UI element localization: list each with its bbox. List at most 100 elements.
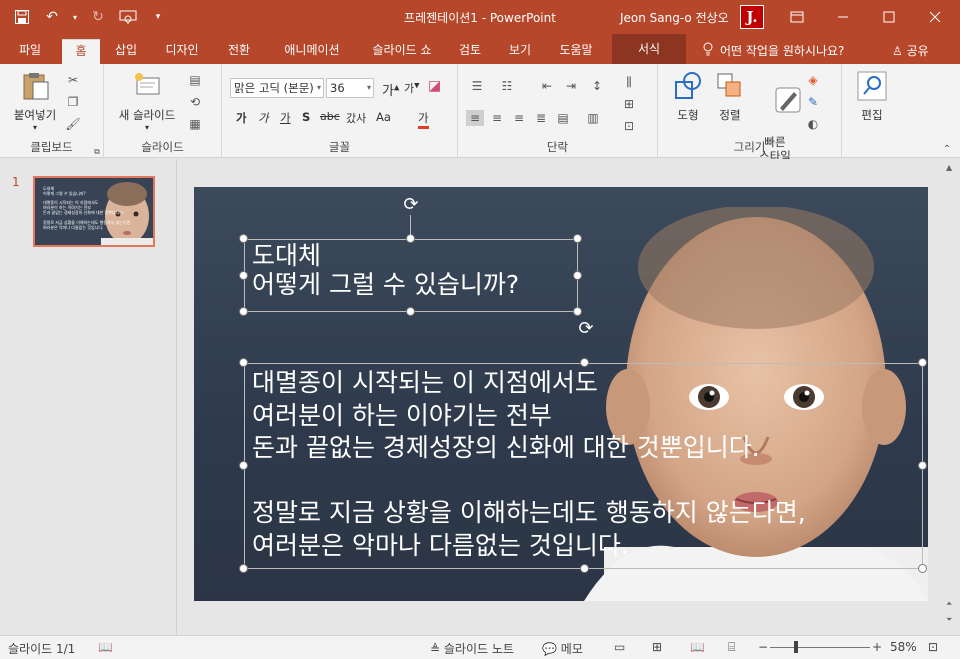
- tab-animations[interactable]: 애니메이션: [272, 39, 352, 64]
- paste-button[interactable]: 붙여넣기 ▾: [6, 70, 64, 132]
- shrink-font-icon[interactable]: 가▼: [404, 80, 420, 96]
- tab-file[interactable]: 파일: [8, 39, 52, 64]
- rotate-handle-icon[interactable]: ⟳: [576, 319, 596, 339]
- section-icon[interactable]: ▦: [186, 116, 204, 132]
- columns-icon[interactable]: ▥: [584, 110, 602, 126]
- resize-handle[interactable]: [239, 234, 248, 243]
- zoom-slider-thumb[interactable]: [794, 641, 798, 653]
- editing-button[interactable]: 편집: [854, 70, 890, 123]
- paste-dropdown-icon[interactable]: ▾: [6, 123, 64, 132]
- align-left-icon[interactable]: ≡: [466, 110, 484, 126]
- tab-insert[interactable]: 삽입: [106, 39, 146, 64]
- resize-handle[interactable]: [573, 234, 582, 243]
- normal-view-icon[interactable]: ▭: [614, 640, 625, 654]
- shadow-button[interactable]: S: [302, 110, 310, 124]
- bullets-icon[interactable]: ☰: [468, 78, 486, 94]
- resize-handle[interactable]: [573, 307, 582, 316]
- bold-button[interactable]: 가: [236, 110, 247, 126]
- spelling-icon[interactable]: 📖: [98, 640, 113, 654]
- increase-indent-icon[interactable]: ⇥: [562, 78, 580, 94]
- align-text-icon[interactable]: ⊞: [620, 96, 638, 112]
- zoom-in-icon[interactable]: +: [872, 640, 882, 654]
- notes-button[interactable]: ≜ 슬라이드 노트: [430, 640, 514, 657]
- tab-review[interactable]: 검토: [450, 39, 490, 64]
- justify-icon[interactable]: ≣: [532, 110, 550, 126]
- tab-transitions[interactable]: 전환: [216, 39, 262, 64]
- close-icon[interactable]: [912, 0, 958, 34]
- slide-body-text[interactable]: 대멸종이 시작되는 이 지점에서도 여러분이 하는 이야기는 전부 돈과 끝없는…: [252, 367, 806, 562]
- align-center-icon[interactable]: ≡: [488, 110, 506, 126]
- smartart-icon[interactable]: ⊡: [620, 118, 638, 134]
- shape-effects-icon[interactable]: ◐: [804, 116, 822, 132]
- slide-title-text[interactable]: 도대체 어떻게 그럴 수 있습니까?: [252, 241, 519, 299]
- underline-button[interactable]: 가: [280, 110, 291, 126]
- clear-formatting-icon[interactable]: ◪: [428, 78, 441, 94]
- scroll-up-icon[interactable]: ▲: [946, 163, 952, 172]
- maximize-icon[interactable]: [866, 0, 912, 34]
- resize-handle[interactable]: [239, 564, 248, 573]
- layout-icon[interactable]: ▤: [186, 72, 204, 88]
- decrease-indent-icon[interactable]: ⇤: [538, 78, 556, 94]
- ribbon-display-options-icon[interactable]: [774, 0, 820, 34]
- line-spacing-icon[interactable]: ↕: [588, 78, 606, 94]
- fit-to-window-icon[interactable]: ⊡: [928, 640, 938, 654]
- new-slide-dropdown-icon[interactable]: ▾: [112, 123, 182, 132]
- arrange-button[interactable]: 정렬: [710, 70, 750, 123]
- rotate-handle-icon[interactable]: ⟳: [401, 195, 421, 215]
- collapse-ribbon-icon[interactable]: ⌃: [938, 142, 956, 158]
- slide-sorter-icon[interactable]: ⊞: [652, 640, 662, 654]
- resize-handle[interactable]: [239, 461, 248, 470]
- zoom-level[interactable]: 58%: [890, 640, 917, 654]
- resize-handle[interactable]: [239, 358, 248, 367]
- italic-button[interactable]: 가: [258, 110, 269, 126]
- format-painter-icon[interactable]: 🖌: [64, 116, 82, 132]
- slide-canvas[interactable]: ⟳ 도대체 어떻게 그럴 수 있습니까? ⟳ 대멸종이 시작되는 이 지점에서도…: [194, 187, 928, 601]
- previous-slide-icon[interactable]: ⏶: [946, 599, 952, 609]
- resize-handle[interactable]: [406, 307, 415, 316]
- tab-home[interactable]: 홈: [62, 39, 100, 64]
- font-name-combo[interactable]: 맑은 고딕 (본문) ▾: [230, 78, 324, 98]
- cut-icon[interactable]: ✂: [64, 72, 82, 88]
- new-slide-button[interactable]: 새 슬라이드 ▾: [112, 70, 182, 132]
- grow-font-icon[interactable]: 가▲: [382, 80, 399, 99]
- numbering-icon[interactable]: ☷: [498, 78, 516, 94]
- resize-handle[interactable]: [918, 564, 927, 573]
- resize-handle[interactable]: [239, 271, 248, 280]
- tab-slideshow[interactable]: 슬라이드 쇼: [360, 39, 444, 64]
- text-direction-icon[interactable]: ⫼: [620, 74, 638, 90]
- shape-fill-icon[interactable]: ◈: [804, 72, 822, 88]
- comments-button[interactable]: 💬 메모: [542, 640, 583, 657]
- copy-icon[interactable]: ❐: [64, 94, 82, 110]
- tell-me-search[interactable]: 어떤 작업을 원하시나요?: [702, 42, 844, 59]
- slideshow-view-icon[interactable]: ⌸: [728, 640, 735, 655]
- font-size-combo[interactable]: 36 ▾: [326, 78, 374, 98]
- user-name[interactable]: Jeon Sang-o 전상오: [620, 9, 729, 26]
- tab-format[interactable]: 서식: [612, 34, 686, 64]
- shapes-button[interactable]: 도형: [666, 70, 710, 123]
- align-right-icon[interactable]: ≡: [510, 110, 528, 126]
- reset-icon[interactable]: ⟲: [186, 94, 204, 110]
- font-color-button[interactable]: 가: [418, 110, 429, 129]
- avatar[interactable]: J.: [740, 5, 764, 29]
- shape-outline-icon[interactable]: ✎: [804, 94, 822, 110]
- resize-handle[interactable]: [918, 358, 927, 367]
- resize-handle[interactable]: [239, 307, 248, 316]
- resize-handle[interactable]: [580, 564, 589, 573]
- zoom-slider-track[interactable]: [770, 647, 870, 648]
- distributed-icon[interactable]: ▤: [554, 110, 572, 126]
- resize-handle[interactable]: [918, 461, 927, 470]
- tab-design[interactable]: 디자인: [156, 39, 208, 64]
- zoom-out-icon[interactable]: −: [758, 640, 768, 654]
- tab-view[interactable]: 보기: [500, 39, 540, 64]
- next-slide-icon[interactable]: ⏷: [946, 615, 952, 625]
- share-button[interactable]: ♙ 공유: [892, 42, 929, 59]
- character-spacing-button[interactable]: 갔사: [346, 110, 366, 126]
- reading-view-icon[interactable]: 📖: [690, 640, 705, 654]
- resize-handle[interactable]: [573, 271, 582, 280]
- minimize-icon[interactable]: [820, 0, 866, 34]
- strikethrough-button[interactable]: abc: [320, 110, 340, 123]
- slide-thumbnail[interactable]: 도대체 어떻게 그럴 수 있습니까? 대멸종이 시작되는 이 지점에서도 여러분…: [33, 176, 155, 247]
- change-case-button[interactable]: Aa: [376, 110, 391, 124]
- tab-help[interactable]: 도움말: [550, 39, 602, 64]
- vertical-scrollbar[interactable]: ▲ ⏶ ⏷: [942, 159, 960, 635]
